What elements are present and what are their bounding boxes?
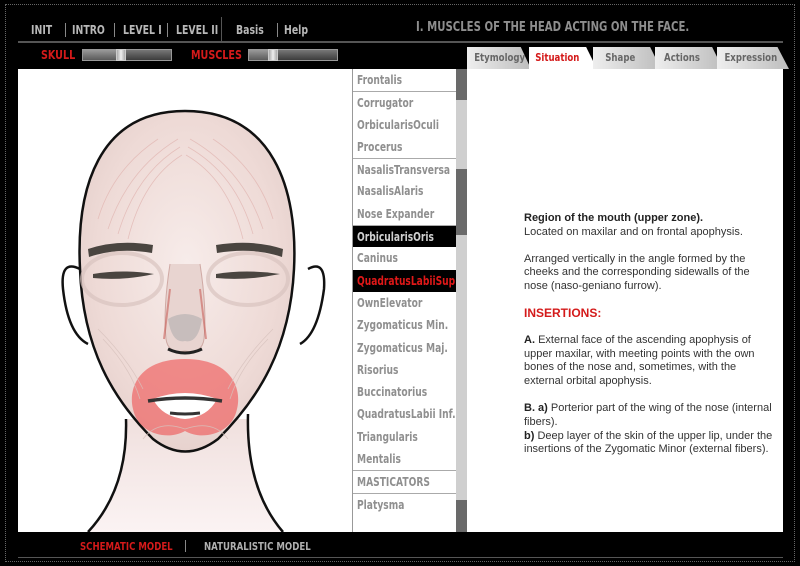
muscle-item-mentalis[interactable]: Mentalis xyxy=(353,448,456,470)
nav-divider xyxy=(221,17,222,43)
muscle-item-nasalisalaris[interactable]: NasalisAlaris xyxy=(353,180,456,202)
slider-thumb[interactable] xyxy=(116,49,127,61)
muscle-item-label: QuadratusLabii Inf. xyxy=(357,407,456,422)
model-switch: SCHEMATIC MODEL NATURALISTIC MODEL xyxy=(80,539,341,553)
nav-basis[interactable]: Basis xyxy=(236,23,264,37)
footer-rule xyxy=(18,557,783,558)
muscle-item-label: Triangularis xyxy=(357,429,418,444)
group-indicator-strip xyxy=(456,69,467,532)
muscle-item-corrugator[interactable]: Corrugator xyxy=(353,91,456,113)
group-indicator-segment xyxy=(456,500,467,532)
muscle-item-platysma[interactable]: Platysma xyxy=(353,492,456,515)
muscle-item-label: NasalisAlaris xyxy=(357,184,424,199)
muscle-item-caninus[interactable]: Caninus xyxy=(353,247,456,269)
slider-thumb[interactable] xyxy=(268,49,279,61)
muscle-item-nose-expander[interactable]: Nose Expander xyxy=(353,203,456,225)
tab-shape[interactable]: Shape xyxy=(593,47,661,69)
muscle-item-triangularis[interactable]: Triangularis xyxy=(353,426,456,448)
insertion-ba-text: Porterior part of the wing of the nose (… xyxy=(524,401,772,428)
muscle-item-label: OwnElevator xyxy=(357,295,423,310)
face-illustration xyxy=(61,109,326,532)
skull-label: SKULL xyxy=(41,48,76,62)
region-text: Located on maxilar and on frontal apophy… xyxy=(524,225,743,238)
right-ear xyxy=(299,265,326,346)
muscle-item-label: Procerus xyxy=(357,139,403,154)
group-indicator-segment xyxy=(456,169,467,235)
tab-etymology[interactable]: Etymology xyxy=(467,47,531,69)
slider-fill xyxy=(249,50,269,60)
muscle-item-procerus[interactable]: Procerus xyxy=(353,136,456,158)
nav-level-1[interactable]: LEVEL I xyxy=(123,23,162,37)
muscle-item-label: Mentalis xyxy=(357,452,401,467)
model-separator xyxy=(185,540,186,552)
muscle-item-label: NasalisTransversa xyxy=(357,163,451,178)
top-nav: INIT INTRO LEVEL I LEVEL II Basis Help xyxy=(31,22,314,38)
muscle-item-frontalis[interactable]: Frontalis xyxy=(353,69,456,91)
situation-text: Region of the mouth (upper zone). Located… xyxy=(524,212,774,470)
muscle-list: Frontalis Corrugator OrbicularisOculi Proce… xyxy=(352,69,456,532)
nav-help[interactable]: Help xyxy=(284,23,308,37)
tab-expression[interactable]: Expression xyxy=(717,47,789,69)
tab-content-situation: Region of the mouth (upper zone). Located… xyxy=(467,69,783,532)
muscle-item-zygomaticus-min[interactable]: Zygomaticus Min. xyxy=(353,314,456,336)
muscle-item-ownelevator[interactable]: OwnElevator xyxy=(353,292,456,314)
insertion-ba-label: B. a) xyxy=(524,401,548,414)
lower-lip-line xyxy=(169,411,201,416)
muscle-item-label: Nose Expander xyxy=(357,206,435,221)
nav-separator xyxy=(114,23,115,37)
header-rule xyxy=(18,41,783,43)
tab-actions[interactable]: Actions xyxy=(655,47,723,69)
page-title: I. MUSCLES OF THE HEAD ACTING ON THE FAC… xyxy=(416,20,690,35)
slider-fill xyxy=(83,50,117,60)
muscle-item-quadratuslabii-inf[interactable]: QuadratusLabii Inf. xyxy=(353,403,456,425)
muscle-item-orbicularisoculi[interactable]: OrbicularisOculi xyxy=(353,114,456,136)
skull-opacity-slider[interactable] xyxy=(82,49,172,61)
nav-separator xyxy=(277,23,278,37)
schematic-model-button[interactable]: SCHEMATIC MODEL xyxy=(80,540,173,553)
muscle-item-buccinatorius[interactable]: Buccinatorius xyxy=(353,381,456,403)
group-indicator-segment xyxy=(456,69,467,100)
muscle-item-label: OrbicularisOris xyxy=(357,230,434,245)
insertion-bb-label: b) xyxy=(524,429,535,442)
anatomy-view xyxy=(18,69,352,532)
naturalistic-model-button[interactable]: NATURALISTIC MODEL xyxy=(204,540,311,553)
insertion-a-label: A. xyxy=(524,333,535,346)
muscle-item-label: QuadratusLabiiSup. xyxy=(357,273,456,288)
insertion-bb-text: Deep layer of the skin of the upper lip,… xyxy=(524,429,773,456)
muscle-item-zygomaticus-maj[interactable]: Zygomaticus Maj. xyxy=(353,337,456,359)
arranged-text: Arranged vertically in the angle formed … xyxy=(524,252,750,293)
muscle-item-masticators[interactable]: MASTICATORS xyxy=(353,470,456,492)
muscle-item-label: MASTICATORS xyxy=(357,475,430,490)
muscles-opacity-slider[interactable] xyxy=(248,49,338,61)
muscle-item-label: Platysma xyxy=(357,497,405,512)
nav-level-2[interactable]: LEVEL II xyxy=(176,23,223,37)
nav-init[interactable]: INIT xyxy=(31,23,53,37)
nav-separator xyxy=(65,23,66,37)
insertions-heading: INSERTIONS: xyxy=(524,305,602,320)
muscle-item-quadratuslabiisup[interactable]: QuadratusLabiiSup. xyxy=(353,269,456,292)
muscles-label: MUSCLES xyxy=(191,48,242,62)
muscle-item-label: Caninus xyxy=(357,251,398,266)
muscle-item-label: Zygomaticus Min. xyxy=(357,318,449,333)
muscle-item-risorius[interactable]: Risorius xyxy=(353,359,456,381)
muscle-item-label: OrbicularisOculi xyxy=(357,117,440,132)
muscle-item-nasalistransversa[interactable]: NasalisTransversa xyxy=(353,158,456,180)
muscle-item-label: Corrugator xyxy=(357,96,414,111)
insertion-a-text: External face of the ascending apophysis… xyxy=(524,333,755,388)
tab-situation[interactable]: Situation xyxy=(529,47,597,69)
region-title: Region of the mouth (upper zone). xyxy=(524,212,704,224)
muscle-item-orbicularisoris[interactable]: OrbicularisOris xyxy=(353,225,456,248)
muscle-item-label: Zygomaticus Maj. xyxy=(357,340,448,355)
muscle-item-label: Frontalis xyxy=(357,73,403,87)
muscle-item-label: Risorius xyxy=(357,362,399,377)
nav-intro[interactable]: INTRO xyxy=(72,23,105,37)
muscle-item-label: Buccinatorius xyxy=(357,385,428,400)
nav-separator xyxy=(167,23,168,37)
